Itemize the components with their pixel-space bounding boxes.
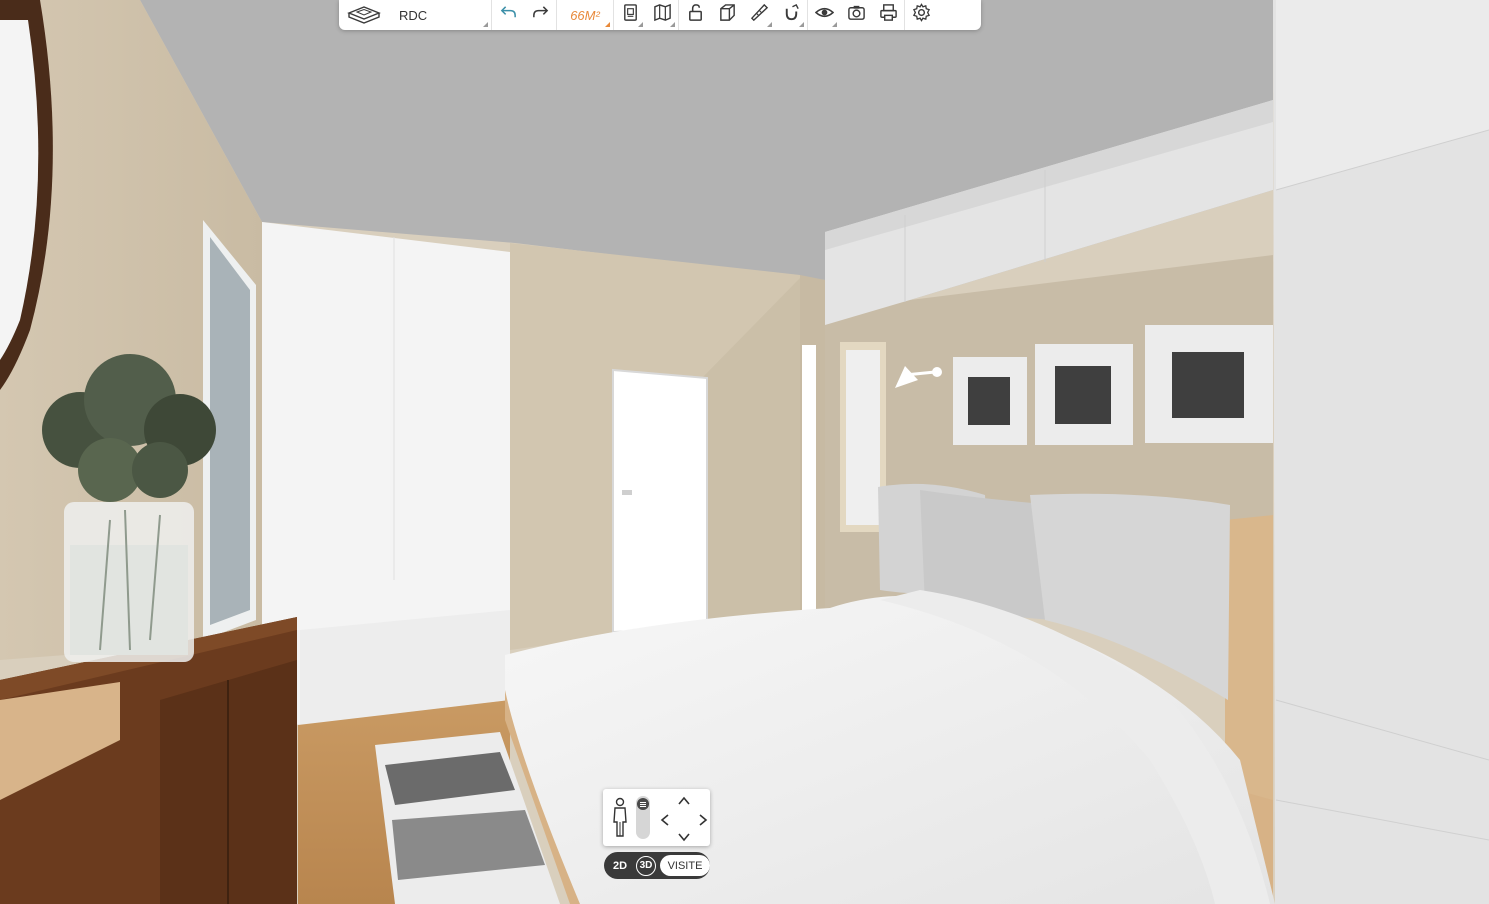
document-button[interactable]: [614, 0, 646, 30]
walk-navigation-widget: [603, 789, 710, 846]
chevron-left-icon[interactable]: [657, 812, 673, 828]
magnet-icon: [782, 3, 801, 27]
document-icon: [621, 3, 640, 27]
redo-button[interactable]: [524, 0, 556, 30]
history-group: [492, 0, 557, 30]
magnet-button[interactable]: [775, 0, 807, 30]
room-3d-viewport[interactable]: [0, 0, 1489, 904]
camera-icon: [847, 3, 866, 27]
chevron-down-icon[interactable]: [676, 829, 692, 845]
settings-group: [905, 0, 937, 30]
mode-visit-button[interactable]: VISITE: [660, 855, 710, 876]
slider-handle[interactable]: [637, 798, 649, 810]
chevron-up-icon[interactable]: [676, 793, 692, 809]
camera-button[interactable]: [840, 0, 872, 30]
vase-with-plant: [42, 354, 216, 662]
map-button[interactable]: [646, 0, 678, 30]
view-mode-switch: 2D 3D VISITE: [604, 852, 710, 879]
area-group: 66M²: [557, 0, 614, 30]
level-group: RDC: [339, 0, 492, 30]
main-toolbar: RDC 66M²: [339, 0, 981, 30]
measure-button[interactable]: [743, 0, 775, 30]
door: [612, 368, 708, 634]
eye-icon: [814, 3, 834, 27]
chevron-right-icon[interactable]: [695, 812, 711, 828]
undo-icon: [499, 3, 518, 27]
cube-view-button[interactable]: [711, 0, 743, 30]
floor-plan-level-icon: [347, 0, 381, 30]
plan-group: [614, 0, 679, 30]
surface-area-label: 66M²: [570, 7, 600, 23]
surface-area-button[interactable]: 66M²: [557, 0, 613, 30]
print-icon: [879, 3, 898, 27]
cube-3d-icon: [718, 3, 737, 27]
ruler-icon: [750, 3, 769, 27]
view-tools-group: [808, 0, 905, 30]
level-selector-button[interactable]: RDC: [339, 0, 491, 30]
map-icon: [653, 3, 672, 27]
person-walker-icon[interactable]: [609, 797, 631, 839]
mode-2d-button[interactable]: 2D: [608, 855, 632, 876]
eye-height-slider[interactable]: [636, 796, 650, 839]
edit-tools-group: [679, 0, 808, 30]
gear-icon: [912, 3, 931, 27]
lock-button[interactable]: [679, 0, 711, 30]
mode-3d-button[interactable]: 3D: [636, 855, 656, 876]
settings-button[interactable]: [905, 0, 937, 30]
window-glass: [210, 237, 250, 625]
print-button[interactable]: [872, 0, 904, 30]
visibility-button[interactable]: [808, 0, 840, 30]
redo-icon: [531, 3, 550, 27]
undo-button[interactable]: [492, 0, 524, 30]
unlock-icon: [686, 3, 705, 27]
level-label: RDC: [399, 7, 428, 23]
